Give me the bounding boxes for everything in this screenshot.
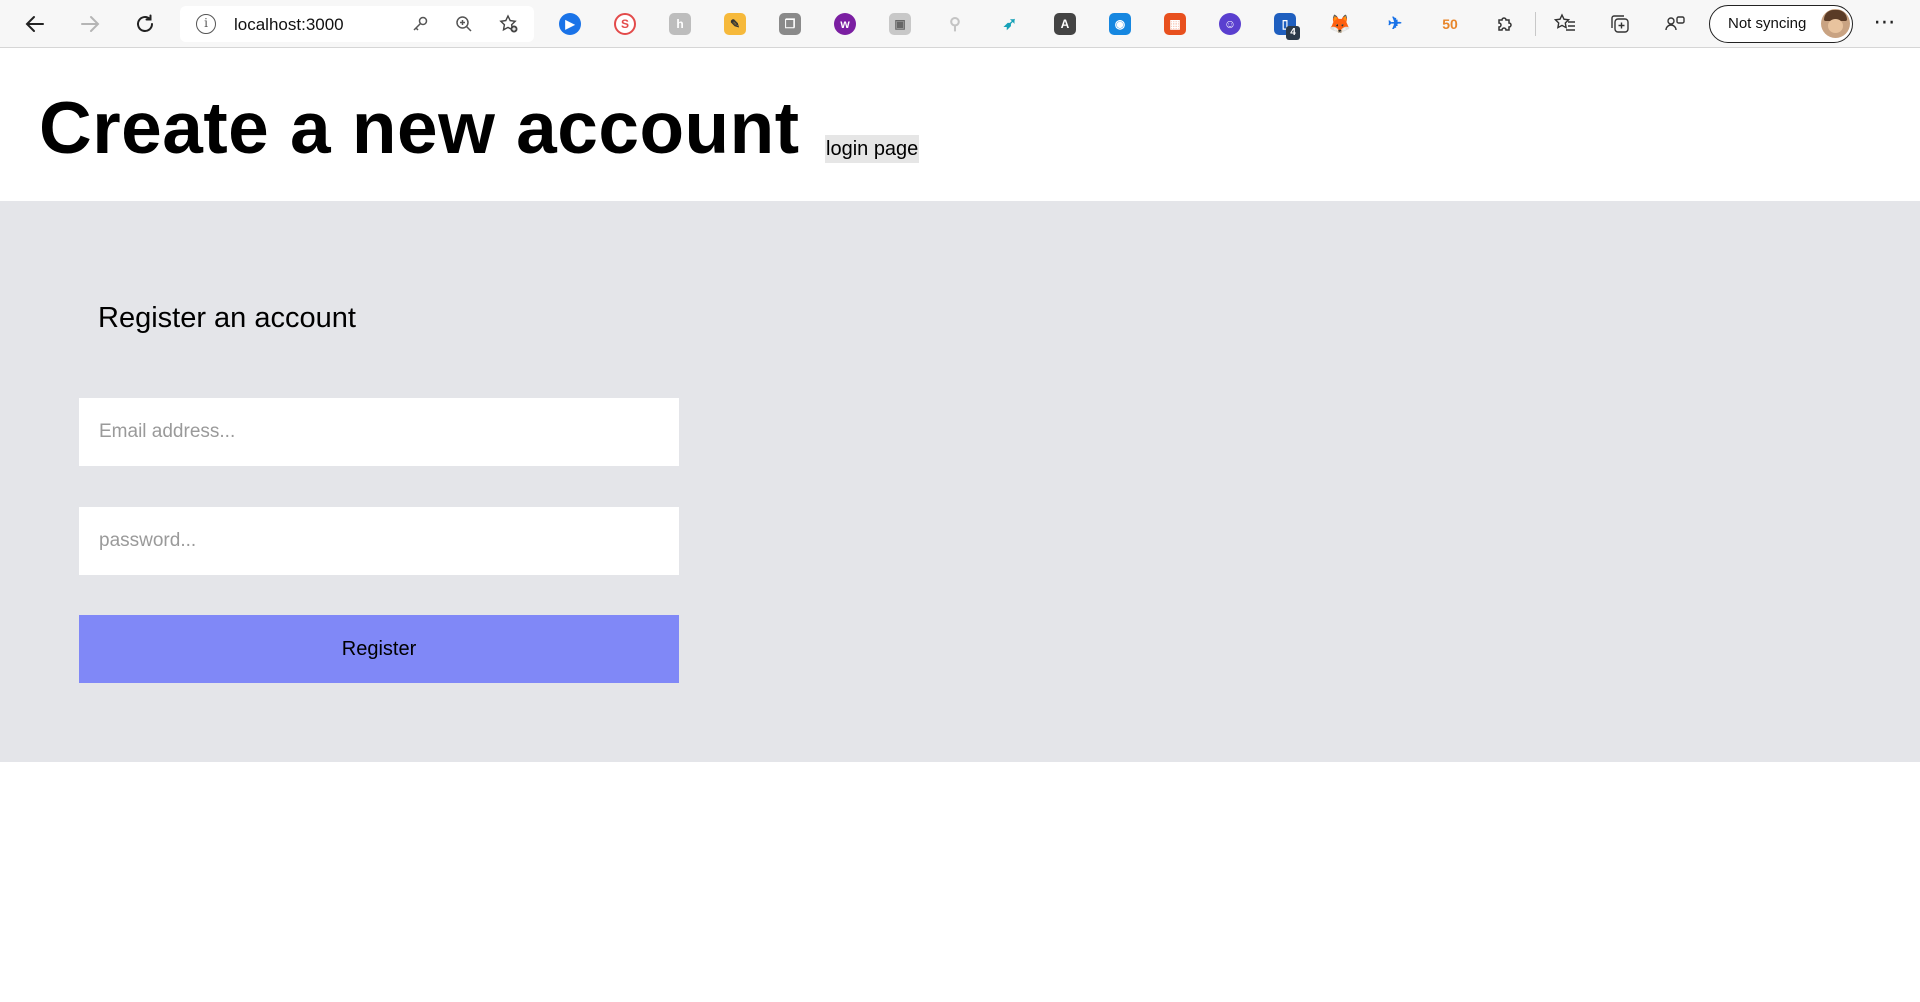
zoom-icon[interactable] xyxy=(453,13,475,35)
profile-sync-button[interactable]: Not syncing xyxy=(1709,5,1853,43)
extension-bot-icon[interactable]: ☺ xyxy=(1219,13,1241,35)
page-header: Create a new account login page xyxy=(0,49,1920,200)
extension-video-icon[interactable]: ▶ xyxy=(559,13,581,35)
extension-w-icon[interactable]: w xyxy=(834,13,856,35)
add-favorite-icon[interactable] xyxy=(498,13,520,35)
extension-s-icon[interactable]: S xyxy=(614,13,636,35)
forward-arrow-icon[interactable] xyxy=(76,10,104,38)
address-bar[interactable]: i localhost:3000 xyxy=(180,6,534,42)
extension-a-icon[interactable]: A xyxy=(1054,13,1076,35)
extension-rocket-icon[interactable]: ➶ xyxy=(999,13,1021,35)
profile-avatar xyxy=(1821,9,1850,38)
extension-screenshot-icon[interactable]: ▣ xyxy=(889,13,911,35)
share-feedback-icon[interactable] xyxy=(1661,10,1689,38)
extension-search-icon[interactable]: ⚲ xyxy=(944,13,966,35)
login-page-link[interactable]: login page xyxy=(825,135,920,163)
refresh-icon[interactable] xyxy=(131,10,159,38)
toolbar-divider xyxy=(1535,12,1536,36)
page-title: Create a new account xyxy=(39,88,800,169)
collections-icon[interactable] xyxy=(1606,10,1634,38)
extension-note-icon[interactable]: ✎ xyxy=(724,13,746,35)
extension-pin-icon[interactable]: ✈ xyxy=(1384,13,1406,35)
extension-h-icon[interactable]: h xyxy=(669,13,691,35)
address-url[interactable]: localhost:3000 xyxy=(234,15,344,35)
register-panel: Register an account Register xyxy=(0,201,1920,762)
password-input[interactable] xyxy=(79,507,679,575)
register-button[interactable]: Register xyxy=(79,615,679,683)
site-info-icon[interactable]: i xyxy=(196,14,216,34)
extensions-puzzle-icon[interactable] xyxy=(1491,10,1519,38)
extension-bookmark-icon[interactable]: ▯ 4 xyxy=(1274,13,1300,40)
more-options-icon[interactable]: ⋯ xyxy=(1870,10,1900,38)
key-icon[interactable] xyxy=(409,13,431,35)
extension-copy-icon[interactable]: ❐ xyxy=(779,13,801,35)
email-input[interactable] xyxy=(79,398,679,466)
register-heading: Register an account xyxy=(98,302,356,334)
extension-gift-icon[interactable]: ▦ xyxy=(1164,13,1186,35)
extension-fox-icon[interactable]: 🦊 xyxy=(1329,13,1351,35)
sync-status-label: Not syncing xyxy=(1728,15,1807,32)
back-arrow-icon[interactable] xyxy=(21,10,49,38)
extension-chat-icon[interactable]: ◉ xyxy=(1109,13,1131,35)
favorites-icon[interactable] xyxy=(1551,10,1579,38)
browser-toolbar: i localhost:3000 ▶ S h ✎ ❐ w ▣ ⚲ ➶ A ◉ ▦… xyxy=(0,0,1920,48)
extension-50-icon[interactable]: 50 xyxy=(1439,13,1461,35)
extension-badge: 4 xyxy=(1286,26,1300,40)
